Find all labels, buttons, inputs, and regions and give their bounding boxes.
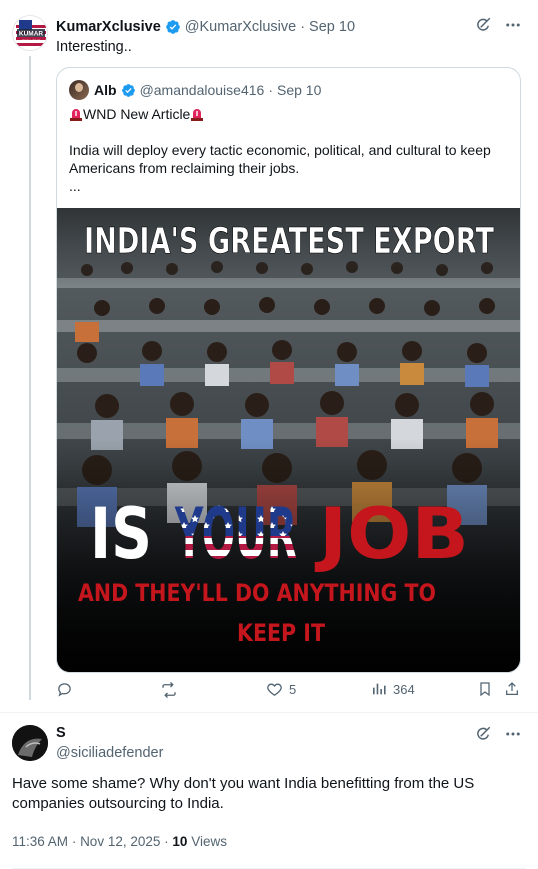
views-button[interactable]: 364	[371, 681, 415, 697]
separator-dot: ·	[71, 834, 81, 849]
poster-your-flag-fill	[174, 498, 297, 568]
separator-dot: ·	[300, 19, 306, 35]
avatar-text: KUMAR	[19, 31, 43, 38]
thread-line	[29, 56, 31, 700]
more-options-icon[interactable]	[504, 725, 522, 743]
tweet-action-bar: 5 364	[56, 681, 522, 703]
verified-badge-icon	[121, 83, 136, 98]
repost-button[interactable]	[160, 681, 184, 699]
reply-views-count: 10	[172, 834, 188, 849]
poster-job-word: JOB	[315, 493, 469, 575]
quoted-author-name[interactable]: Alb	[94, 82, 117, 98]
quoted-tweet-date[interactable]: Sep 10	[277, 82, 321, 98]
reply-text: Have some shame? Why don't you want Indi…	[12, 775, 475, 812]
share-button[interactable]	[504, 681, 520, 697]
reply-date[interactable]: Nov 12, 2025	[80, 834, 160, 849]
separator-dot: ·	[268, 82, 273, 98]
reply-icon	[58, 683, 71, 697]
avatar-subtext: EXCLUSIVE	[22, 39, 40, 43]
like-count: 5	[289, 682, 297, 697]
heart-icon	[267, 683, 282, 696]
tweet-top-actions	[474, 16, 522, 34]
views-count: 364	[393, 681, 415, 697]
quoted-author-avatar[interactable]	[69, 80, 89, 100]
author-name[interactable]: KumarXclusive	[56, 19, 161, 35]
quoted-tweet-image[interactable]: YOUR	[57, 208, 520, 672]
dark-profile-image	[12, 725, 48, 761]
tweet-header: KumarXclusive @KumarXclusive · Sep 10	[56, 17, 355, 37]
views-chart-icon	[373, 683, 386, 695]
grok-icon[interactable]	[474, 725, 492, 743]
call-center-poster: YOUR	[57, 208, 520, 672]
tweet-main[interactable]: KUMAR EXCLUSIVE KumarXclusive @KumarXclu…	[0, 0, 538, 712]
verified-badge-icon	[165, 19, 181, 35]
poster-is-word: IS	[90, 493, 152, 575]
author-handle[interactable]: @KumarXclusive	[185, 19, 296, 35]
kumarxclusive-logo: KUMAR EXCLUSIVE	[13, 16, 47, 50]
tweet-date[interactable]: Sep 10	[309, 19, 355, 35]
quoted-tweet-title: WND New Article	[83, 106, 191, 122]
reply-author-handle[interactable]: @siciliadefender	[56, 745, 163, 761]
reply-top-actions	[474, 725, 522, 743]
poster-tagline-line1: AND THEY'LL DO ANYTHING TO	[78, 579, 436, 607]
repost-icon	[162, 682, 176, 698]
reply-metadata: 11:36 AM · Nov 12, 2025 · 10 Views	[12, 834, 227, 849]
quoted-tweet-header: Alb @amandalouise416 · Sep 10	[69, 80, 321, 100]
bookmark-icon	[480, 682, 490, 697]
poster-tagline-line2: KEEP IT	[237, 619, 326, 647]
share-icon	[506, 682, 518, 695]
siren-emoji-icon	[69, 107, 83, 121]
siren-emoji-icon	[190, 107, 204, 121]
grok-icon[interactable]	[474, 16, 492, 34]
quoted-tweet-ellipsis: ...	[69, 178, 81, 194]
more-options-icon[interactable]	[504, 16, 522, 34]
reply-author-avatar[interactable]	[12, 725, 48, 761]
reply-time[interactable]: 11:36 AM	[12, 834, 68, 849]
reply-tweet[interactable]: S @siciliadefender Have some shame? Why …	[0, 712, 538, 869]
bookmark-button[interactable]	[477, 681, 493, 697]
reply-button[interactable]	[56, 681, 79, 698]
like-button[interactable]: 5	[266, 681, 296, 698]
quoted-tweet-title-line: WND New Article	[69, 105, 204, 123]
poster-headline: INDIA'S GREATEST EXPORT	[84, 221, 494, 262]
quoted-tweet[interactable]: Alb @amandalouise416 · Sep 10 WND New Ar…	[56, 67, 521, 673]
tweet-text: Interesting..	[56, 39, 132, 55]
reply-author-name[interactable]: S	[56, 725, 66, 741]
quoted-tweet-body: India will deploy every tactic economic,…	[69, 142, 491, 176]
reply-views-label: Views	[191, 834, 227, 849]
quoted-author-handle[interactable]: @amandalouise416	[140, 82, 265, 98]
author-avatar[interactable]: KUMAR EXCLUSIVE	[12, 15, 48, 51]
